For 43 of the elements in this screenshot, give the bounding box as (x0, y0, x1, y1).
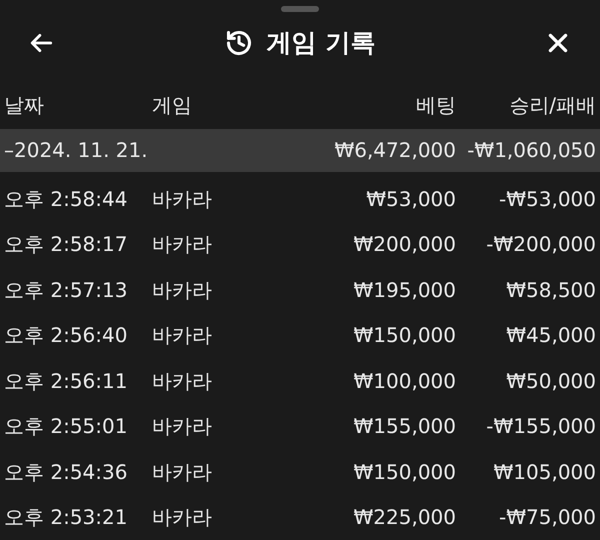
result-cell-text: -₩75,000 (498, 507, 596, 528)
column-header: 승리/패배 (508, 95, 596, 116)
time-cell-text: 오후 2:58:44 (4, 188, 128, 209)
result-cell-text: -₩200,000 (485, 234, 596, 254)
bet-cell: ₩225,000 (354, 507, 456, 528)
time-cell-text: 오후 2:53:21 (4, 507, 128, 528)
result-cell-text: ₩58,500 (505, 280, 596, 300)
bet-cell: ₩100,000 (354, 370, 456, 391)
time-cell-text: 오후 2:56:40 (4, 325, 128, 346)
bet-cell: ₩150,000 (354, 462, 456, 482)
bet-cell: ₩150,000 (354, 325, 456, 346)
date-group-row[interactable]: –2024. 11. 21. ₩6,472,000 -₩1,060,050 (0, 128, 600, 172)
game-cell: 바카라 (152, 416, 212, 436)
bet-cell: ₩53,000 (366, 188, 456, 209)
result-cell-text: -₩53,000 (498, 188, 596, 209)
game-cell: 바카라 (152, 507, 212, 528)
group-date: –2024. 11. 21. (4, 140, 148, 160)
history-icon (224, 28, 253, 57)
time-cell-text: 오후 2:57:13 (4, 280, 128, 300)
result-cell-text: -₩155,000 (485, 416, 596, 436)
game-cell: 바카라 (152, 370, 212, 391)
column-header: 베팅 (415, 95, 456, 116)
result-cell-text: ₩45,000 (505, 325, 596, 346)
group-bet: ₩6,472,000 (334, 140, 456, 160)
result-cell-text: ₩50,000 (505, 370, 596, 391)
bet-cell: ₩155,000 (354, 416, 456, 436)
result-cell-text: ₩105,000 (492, 462, 596, 482)
time-cell-text: 오후 2:54:36 (4, 462, 128, 482)
drag-handle[interactable] (281, 6, 319, 12)
bet-cell: ₩200,000 (354, 234, 456, 254)
window-title: 게임 기록 (266, 27, 376, 60)
bet-cell: ₩195,000 (354, 280, 456, 300)
game-cell: 바카라 (152, 462, 212, 482)
time-cell-text: 오후 2:58:17 (4, 234, 128, 254)
column-header: 날짜 (4, 95, 45, 116)
time-cell-text: 오후 2:56:11 (4, 370, 128, 391)
game-cell: 바카라 (152, 280, 212, 300)
time-cell-text: 오후 2:55:01 (4, 416, 128, 436)
game-cell: 바카라 (152, 234, 212, 254)
game-cell: 바카라 (152, 325, 212, 346)
group-result: -₩1,060,050 (466, 140, 596, 160)
game-cell: 바카라 (152, 188, 212, 209)
column-header: 게임 (152, 95, 193, 116)
